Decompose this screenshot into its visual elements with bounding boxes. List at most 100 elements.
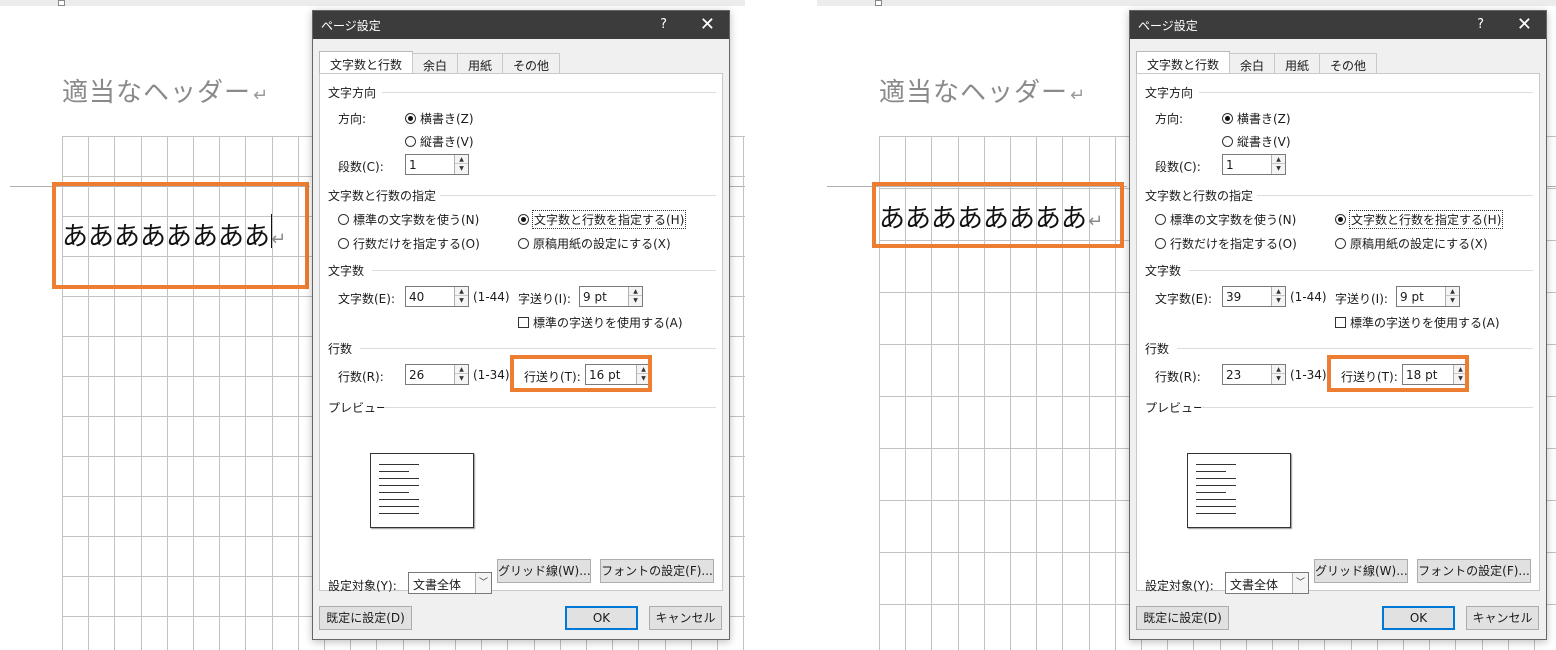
spin-down-icon[interactable]: ▼: [455, 296, 468, 305]
radio-horizontal[interactable]: 横書き(Z): [1222, 110, 1291, 127]
spin-up-icon[interactable]: ▲: [455, 365, 468, 374]
chevron-down-icon[interactable]: ﹀: [475, 573, 491, 593]
set-default-button[interactable]: 既定に設定(D): [319, 606, 412, 630]
grid-column-line: [88, 136, 90, 650]
preview-text-line: [379, 485, 419, 486]
columns-spinner[interactable]: 1 ▲ ▼: [1222, 154, 1286, 175]
spin-down-icon[interactable]: ▼: [1272, 374, 1285, 383]
document-header[interactable]: 適当なヘッダー ↵: [879, 72, 1086, 109]
preview-text-line: [379, 506, 419, 507]
line-pitch-value: 18 pt: [1406, 368, 1438, 382]
chars-spinner[interactable]: 39 ▲ ▼: [1222, 286, 1286, 307]
cancel-button[interactable]: キャンセル: [1466, 606, 1539, 630]
tab-paper[interactable]: 用紙: [457, 53, 504, 75]
ok-button[interactable]: OK: [565, 606, 638, 630]
radio-unselected-icon: [1155, 214, 1166, 225]
radio-lines-only[interactable]: 行数だけを指定する(O): [338, 235, 480, 252]
spinner-arrows[interactable]: ▲ ▼: [636, 365, 650, 384]
section-divider: [1199, 92, 1533, 93]
spin-up-icon[interactable]: ▲: [455, 287, 468, 296]
spin-down-icon[interactable]: ▼: [1272, 164, 1285, 173]
spin-up-icon[interactable]: ▲: [1272, 365, 1285, 374]
radio-vertical-label: 縦書き(V): [420, 135, 474, 149]
chars-value: 40: [409, 290, 425, 304]
spinner-arrows[interactable]: ▲ ▼: [1271, 155, 1285, 174]
close-icon[interactable]: ✕: [1517, 14, 1532, 35]
radio-standard-chars-label: 標準の文字数を使う(N): [1170, 213, 1297, 227]
tab-margins[interactable]: 余白: [1229, 53, 1276, 75]
spin-up-icon[interactable]: ▲: [1272, 287, 1285, 296]
radio-vertical[interactable]: 縦書き(V): [405, 133, 474, 150]
radio-lines-only[interactable]: 行数だけを指定する(O): [1155, 235, 1297, 252]
spin-up-icon[interactable]: ▲: [455, 155, 468, 164]
chevron-down-icon[interactable]: ﹀: [1292, 573, 1308, 593]
lines-value: 26: [409, 368, 425, 382]
set-default-button[interactable]: 既定に設定(D): [1136, 606, 1229, 630]
apply-to-select[interactable]: 文書全体 ﹀: [408, 572, 492, 594]
spin-up-icon[interactable]: ▲: [1454, 365, 1467, 374]
spin-down-icon[interactable]: ▼: [1272, 296, 1285, 305]
radio-vertical[interactable]: 縦書き(V): [1222, 133, 1291, 150]
document-header[interactable]: 適当なヘッダー ↵: [62, 72, 269, 109]
spinner-arrows[interactable]: ▲ ▼: [454, 365, 468, 384]
spin-down-icon[interactable]: ▼: [455, 164, 468, 173]
chars-spinner[interactable]: 40 ▲ ▼: [405, 286, 469, 307]
cancel-button[interactable]: キャンセル: [649, 606, 722, 630]
spin-down-icon[interactable]: ▼: [637, 374, 650, 383]
ok-button[interactable]: OK: [1382, 606, 1455, 630]
spin-down-icon[interactable]: ▼: [455, 374, 468, 383]
pitch-spinner[interactable]: 9 pt ▲ ▼: [579, 286, 643, 307]
radio-manuscript[interactable]: 原稿用紙の設定にする(X): [518, 235, 671, 252]
tab-other[interactable]: その他: [1319, 53, 1378, 75]
spinner-arrows[interactable]: ▲ ▼: [1445, 287, 1459, 306]
spin-down-icon[interactable]: ▼: [1446, 296, 1459, 305]
grid-lines-button[interactable]: グリッド線(W)...: [497, 559, 591, 583]
paragraph-mark-icon: ↵: [1070, 85, 1087, 106]
radio-horizontal[interactable]: 横書き(Z): [405, 110, 474, 127]
spin-up-icon[interactable]: ▲: [637, 365, 650, 374]
chars-value: 39: [1226, 290, 1242, 304]
grid-lines-button[interactable]: グリッド線(W)...: [1314, 559, 1408, 583]
tab-chars-lines[interactable]: 文字数と行数: [319, 51, 414, 75]
spinner-arrows[interactable]: ▲ ▼: [1271, 287, 1285, 306]
spinner-arrows[interactable]: ▲ ▼: [1271, 365, 1285, 384]
spinner-arrows[interactable]: ▲ ▼: [1453, 365, 1467, 384]
radio-manuscript[interactable]: 原稿用紙の設定にする(X): [1335, 235, 1488, 252]
columns-spinner[interactable]: 1 ▲ ▼: [405, 154, 469, 175]
font-settings-button[interactable]: フォントの設定(F)...: [600, 559, 714, 583]
document-body-text[interactable]: ああああああああ↵: [62, 216, 286, 253]
apply-to-select[interactable]: 文書全体 ﹀: [1225, 572, 1309, 594]
spin-down-icon[interactable]: ▼: [629, 296, 642, 305]
spinner-arrows[interactable]: ▲ ▼: [628, 287, 642, 306]
dialog-tabs: 文字数と行数 余白 用紙 その他: [1136, 51, 1378, 75]
help-icon[interactable]: ?: [1477, 17, 1484, 32]
lines-spinner[interactable]: 23 ▲ ▼: [1222, 364, 1286, 385]
default-pitch-checkbox[interactable]: 標準の字送りを使用する(A): [1335, 314, 1500, 331]
line-pitch-spinner[interactable]: 18 pt ▲ ▼: [1402, 364, 1468, 385]
radio-horizontal-label: 横書き(Z): [1237, 112, 1291, 126]
tab-paper[interactable]: 用紙: [1274, 53, 1321, 75]
close-icon[interactable]: ✕: [700, 14, 715, 35]
radio-specify-chars-lines[interactable]: 文字数と行数を指定する(H): [518, 210, 687, 229]
spin-down-icon[interactable]: ▼: [1454, 374, 1467, 383]
spin-up-icon[interactable]: ▲: [629, 287, 642, 296]
spin-up-icon[interactable]: ▲: [1272, 155, 1285, 164]
pitch-spinner[interactable]: 9 pt ▲ ▼: [1396, 286, 1460, 307]
preview-text-line: [1196, 471, 1226, 472]
default-pitch-checkbox[interactable]: 標準の字送りを使用する(A): [518, 314, 683, 331]
spin-up-icon[interactable]: ▲: [1446, 287, 1459, 296]
radio-specify-chars-lines[interactable]: 文字数と行数を指定する(H): [1335, 210, 1504, 229]
lines-spinner[interactable]: 26 ▲ ▼: [405, 364, 469, 385]
font-settings-button[interactable]: フォントの設定(F)...: [1417, 559, 1531, 583]
line-pitch-spinner[interactable]: 16 pt ▲ ▼: [585, 364, 651, 385]
spinner-arrows[interactable]: ▲ ▼: [454, 155, 468, 174]
tab-margins[interactable]: 余白: [412, 53, 459, 75]
help-icon[interactable]: ?: [660, 17, 667, 32]
tab-other[interactable]: その他: [502, 53, 561, 75]
radio-standard-chars[interactable]: 標準の文字数を使う(N): [1155, 211, 1296, 228]
preview-text-line: [1196, 478, 1236, 479]
document-body-text[interactable]: ああああああああ↵: [879, 198, 1103, 235]
radio-standard-chars[interactable]: 標準の文字数を使う(N): [338, 211, 479, 228]
spinner-arrows[interactable]: ▲ ▼: [454, 287, 468, 306]
tab-chars-lines[interactable]: 文字数と行数: [1136, 51, 1231, 75]
